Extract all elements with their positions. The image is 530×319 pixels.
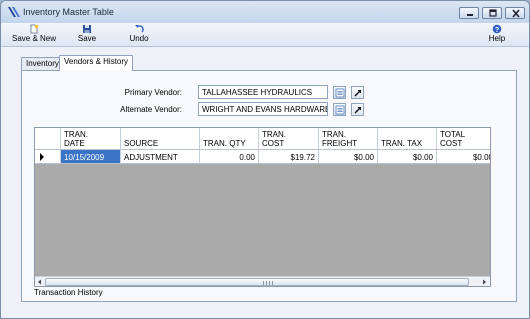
cell-source[interactable]: ADJUSTMENT	[121, 150, 200, 163]
save-and-new-button[interactable]: Save & New	[11, 23, 57, 47]
lookup-list-icon	[335, 105, 345, 115]
scroll-right-arrow-icon[interactable]	[480, 278, 488, 286]
maximize-icon	[489, 9, 497, 17]
window-title: Inventory Master Table	[23, 7, 114, 17]
primary-vendor-field[interactable]: TALLAHASSEE HYDRAULICS	[198, 85, 328, 99]
minimize-button[interactable]	[459, 7, 479, 19]
column-header-line: TOTAL	[440, 130, 466, 139]
undo-label: Undo	[129, 34, 149, 43]
tab-inventory[interactable]: Inventory	[21, 57, 64, 70]
help-icon: ?	[492, 24, 502, 34]
transaction-history-grid[interactable]: TRAN. DATE SOURCE TRAN. QTY TRAN. COST T…	[34, 127, 491, 287]
column-header-line: TRAN.	[322, 130, 346, 139]
column-header-line	[203, 130, 255, 139]
column-header-line: COST	[440, 139, 463, 148]
inventory-master-window: Inventory Master Table Save & New Save U…	[0, 0, 530, 319]
help-label: Help	[488, 34, 506, 43]
primary-vendor-open-button[interactable]	[351, 86, 364, 99]
column-header-line: TRAN. TAX	[381, 139, 423, 148]
grid-caption: Transaction History	[34, 288, 103, 297]
row-selector-header	[35, 128, 61, 149]
save-button[interactable]: Save	[75, 23, 99, 47]
toolbar: Save & New Save Undo ? Help	[1, 23, 529, 47]
column-header-line: FREIGHT	[322, 139, 358, 148]
column-header-tran-freight[interactable]: TRAN. FREIGHT	[319, 128, 378, 149]
column-header-source[interactable]: SOURCE	[121, 128, 200, 149]
minimize-icon	[467, 14, 473, 16]
column-header-line: TRAN.	[64, 130, 88, 139]
column-header-total-cost[interactable]: TOTAL COST	[437, 128, 490, 149]
open-link-arrow-icon	[354, 90, 361, 97]
cell-tran-cost[interactable]: $19.72	[259, 150, 319, 163]
undo-icon	[135, 25, 144, 33]
close-icon	[512, 9, 520, 18]
column-header-line: TRAN.	[262, 130, 286, 139]
close-window-button[interactable]	[505, 7, 525, 19]
cell-tran-tax[interactable]: $0.00	[378, 150, 437, 163]
column-header-line: SOURCE	[124, 139, 159, 148]
scrollbar-grip	[263, 281, 273, 285]
undo-button[interactable]: Undo	[127, 23, 151, 47]
svg-text:?: ?	[495, 27, 499, 34]
cell-tran-freight[interactable]: $0.00	[319, 150, 378, 163]
lookup-list-icon	[335, 88, 345, 98]
scrollbar-thumb[interactable]	[45, 278, 469, 286]
horizontal-scrollbar[interactable]	[35, 276, 490, 286]
column-header-line: COST	[262, 139, 285, 148]
alternate-vendor-label: Alternate Vendor:	[120, 105, 182, 114]
alternate-vendor-lookup-button[interactable]	[333, 103, 346, 116]
column-header-tran-qty[interactable]: TRAN. QTY	[200, 128, 259, 149]
help-button[interactable]: ? Help	[485, 23, 509, 47]
column-header-line	[381, 130, 433, 139]
save-disk-icon	[83, 25, 91, 33]
table-row[interactable]: 10/15/2009 ADJUSTMENT 0.00 $19.72 $0.00 …	[35, 150, 490, 164]
primary-vendor-lookup-button[interactable]	[333, 86, 346, 99]
cell-tran-qty[interactable]: 0.00	[200, 150, 259, 163]
cell-total-cost[interactable]: $0.00	[437, 150, 490, 163]
alternate-vendor-open-button[interactable]	[351, 103, 364, 116]
scroll-left-arrow-icon[interactable]	[36, 278, 44, 286]
maximize-button[interactable]	[482, 7, 502, 19]
cell-tran-date[interactable]: 10/15/2009	[61, 150, 121, 163]
save-and-new-label: Save & New	[11, 34, 57, 43]
primary-vendor-label: Primary Vendor:	[124, 88, 182, 97]
new-document-icon	[30, 24, 39, 34]
save-label: Save	[77, 34, 97, 43]
column-header-line	[124, 130, 196, 139]
tab-vendors-history[interactable]: Vendors & History	[59, 55, 134, 71]
column-header-tran-tax[interactable]: TRAN. TAX	[378, 128, 437, 149]
current-row-arrow-icon	[40, 153, 44, 161]
column-header-line: DATE	[64, 139, 85, 148]
column-header-line: TRAN. QTY	[203, 139, 246, 148]
open-link-arrow-icon	[354, 107, 361, 114]
column-header-tran-cost[interactable]: TRAN. COST	[259, 128, 319, 149]
title-bar[interactable]: Inventory Master Table	[1, 1, 529, 23]
column-header-tran-date[interactable]: TRAN. DATE	[61, 128, 121, 149]
app-logo-icon	[8, 7, 20, 17]
grid-header-row: TRAN. DATE SOURCE TRAN. QTY TRAN. COST T…	[35, 128, 490, 150]
row-selector[interactable]	[35, 150, 61, 163]
alternate-vendor-field[interactable]: WRIGHT AND EVANS HARDWARE	[198, 102, 328, 116]
